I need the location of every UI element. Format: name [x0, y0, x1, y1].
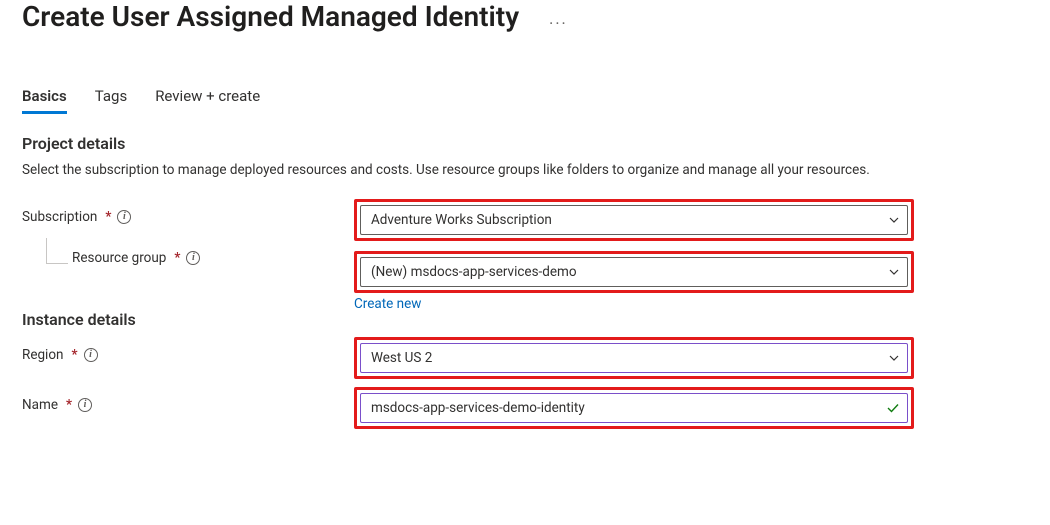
required-indicator: *: [66, 397, 72, 413]
info-icon[interactable]: i: [78, 398, 92, 412]
create-identity-page: Create User Assigned Managed Identity ..…: [0, 0, 1050, 525]
resource-group-value: (New) msdocs-app-services-demo: [371, 264, 577, 280]
region-row: Region * i West US 2: [22, 337, 1028, 379]
name-label: Name: [22, 397, 58, 413]
tab-bar: Basics Tags Review + create: [22, 83, 1028, 114]
tab-basics[interactable]: Basics: [22, 83, 67, 114]
project-details-heading: Project details: [22, 134, 1028, 153]
tab-tags[interactable]: Tags: [95, 83, 127, 114]
page-header: Create User Assigned Managed Identity ..…: [22, 0, 1028, 41]
subscription-value: Adventure Works Subscription: [371, 212, 552, 228]
create-new-link[interactable]: Create new: [354, 296, 421, 312]
name-row: Name * i: [22, 387, 1028, 429]
highlight-region: West US 2: [354, 337, 914, 379]
name-input[interactable]: [371, 400, 877, 416]
region-label: Region: [22, 347, 64, 363]
subscription-label: Subscription: [22, 209, 97, 225]
required-indicator: *: [105, 209, 111, 225]
required-indicator: *: [72, 347, 78, 363]
subscription-select[interactable]: Adventure Works Subscription: [360, 205, 908, 235]
region-value: West US 2: [371, 350, 432, 366]
resource-group-label: Resource group: [72, 250, 166, 266]
tab-review-create[interactable]: Review + create: [155, 83, 260, 114]
region-select[interactable]: West US 2: [360, 343, 908, 373]
info-icon[interactable]: i: [186, 251, 200, 265]
info-icon[interactable]: i: [84, 348, 98, 362]
instance-details-heading: Instance details: [22, 310, 1028, 329]
highlight-name: [354, 387, 914, 429]
page-title: Create User Assigned Managed Identity: [22, 0, 519, 33]
info-icon[interactable]: i: [117, 210, 131, 224]
project-details-description: Select the subscription to manage deploy…: [22, 161, 962, 181]
more-actions-button[interactable]: ...: [543, 5, 574, 32]
required-indicator: *: [174, 250, 180, 266]
name-input-wrapper: [360, 393, 908, 423]
highlight-subscription: Adventure Works Subscription: [354, 199, 914, 241]
